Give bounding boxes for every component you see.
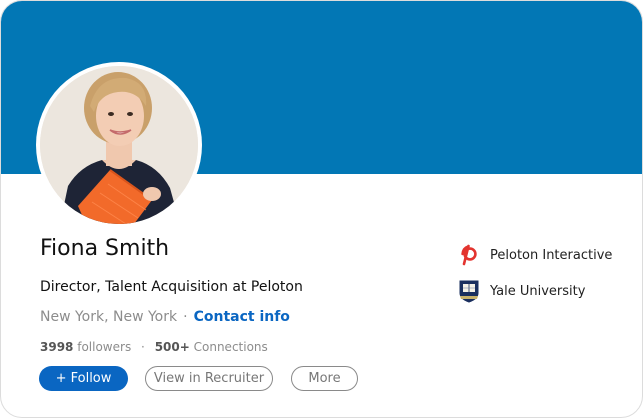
connections-label[interactable]: Connections <box>194 340 268 354</box>
avatar-photo <box>40 66 198 224</box>
followers-count: 3998 <box>40 340 74 354</box>
peloton-logo-icon <box>457 243 481 267</box>
sidebar-item-peloton[interactable]: Peloton Interactive <box>457 243 612 267</box>
location-row: New York, New York · Contact info <box>40 309 290 325</box>
sidebar-item-yale[interactable]: Yale University <box>457 279 585 303</box>
stats-separator: · <box>141 340 145 354</box>
profile-name: Fiona Smith <box>40 236 170 261</box>
sidebar-item-label: Peloton Interactive <box>490 247 613 263</box>
profile-location: New York, New York <box>40 309 178 325</box>
avatar-ring <box>36 62 202 228</box>
followers-label[interactable]: followers <box>77 340 131 354</box>
profile-headline: Director, Talent Acquisition at Peloton <box>40 279 303 295</box>
stats-row: 3998 followers · 500+ Connections <box>40 340 268 354</box>
sidebar-item-label: Yale University <box>490 283 586 299</box>
contact-info-link[interactable]: Contact info <box>194 309 290 325</box>
more-button[interactable]: More <box>291 366 358 391</box>
separator-dot: · <box>183 309 188 325</box>
avatar[interactable] <box>40 66 198 224</box>
connections-count: 500+ <box>154 340 190 354</box>
view-in-recruiter-button[interactable]: View in Recruiter <box>145 366 273 391</box>
yale-shield-icon <box>457 279 481 303</box>
follow-button[interactable]: + Follow <box>39 366 128 391</box>
profile-card: Fiona Smith Director, Talent Acquisition… <box>0 0 643 418</box>
